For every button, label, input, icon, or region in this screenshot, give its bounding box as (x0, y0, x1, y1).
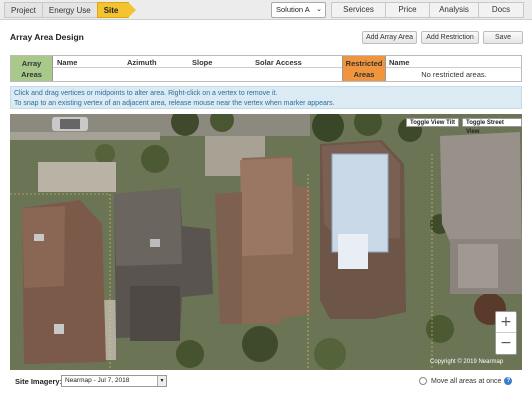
instructions-line-1: Click and drag vertices or midpoints to … (14, 90, 278, 97)
solution-select[interactable]: Solution A ⌄ (271, 2, 326, 18)
column-slope: Slope (192, 58, 213, 67)
tab-services[interactable]: Services (331, 2, 386, 18)
add-array-area-button[interactable]: Add Array Area (362, 31, 417, 44)
instructions-line-2: To snap to an existing vertex of an adja… (14, 99, 335, 107)
empty-restricted-message: No restricted areas. (421, 70, 487, 79)
array-areas-header: Array Areas (11, 56, 53, 81)
tab-energy-use[interactable]: Energy Use (41, 2, 98, 18)
tab-docs[interactable]: Docs (478, 2, 524, 18)
tab-project[interactable]: Project (4, 2, 43, 18)
column-restricted-name: Name (389, 58, 410, 67)
column-name: Name (57, 58, 78, 67)
aerial-map[interactable]: Toggle View Tilt Toggle Street View + − … (10, 114, 522, 370)
top-nav-bar: Project Energy Use Site Solution A ⌄ Ser… (0, 0, 532, 20)
workflow-tabs: Project Energy Use Site (4, 2, 136, 18)
chevron-down-icon: ▾ (157, 376, 166, 386)
secondary-tabs: Services Price Analysis Docs (331, 2, 524, 18)
instructions-box: Click and drag vertices or midpoints to … (10, 86, 522, 109)
move-all-checkbox[interactable] (419, 377, 427, 385)
solution-select-value: Solution A (276, 5, 310, 14)
tab-price[interactable]: Price (385, 2, 430, 18)
site-imagery-label: Site Imagery: (15, 377, 63, 386)
zoom-out-button[interactable]: − (496, 333, 516, 354)
toggle-street-view-button[interactable]: Toggle Street View (462, 118, 522, 135)
add-restriction-button[interactable]: Add Restriction (421, 31, 479, 44)
restricted-areas-header: Restricted Areas (342, 56, 386, 81)
site-imagery-value: Nearmap - Jul 7, 2018 (65, 377, 130, 384)
toggle-view-tilt-button[interactable]: Toggle View Tilt (406, 118, 460, 127)
divider (53, 67, 342, 68)
divider (386, 67, 522, 68)
column-azimuth: Azimuth (127, 58, 157, 67)
move-all-label: Move all areas at once (431, 377, 502, 385)
tab-analysis[interactable]: Analysis (429, 2, 479, 18)
save-button[interactable]: Save (483, 31, 523, 44)
help-icon[interactable]: ? (504, 377, 513, 385)
site-imagery-select[interactable]: Nearmap - Jul 7, 2018 ▾ (61, 375, 167, 387)
zoom-control: + − (495, 311, 517, 355)
areas-table: Array Areas Name Azimuth Slope Solar Acc… (10, 55, 522, 82)
move-all-option: Move all areas at once ? (419, 377, 513, 385)
map-copyright: Copyright © 2019 Nearmap (430, 359, 504, 365)
column-solar-access: Solar Access (255, 58, 302, 67)
zoom-in-button[interactable]: + (496, 312, 516, 333)
tab-site[interactable]: Site (96, 2, 136, 18)
aerial-imagery (10, 114, 522, 370)
page-title: Array Area Design (10, 32, 84, 42)
chevron-down-icon: ⌄ (316, 6, 322, 13)
